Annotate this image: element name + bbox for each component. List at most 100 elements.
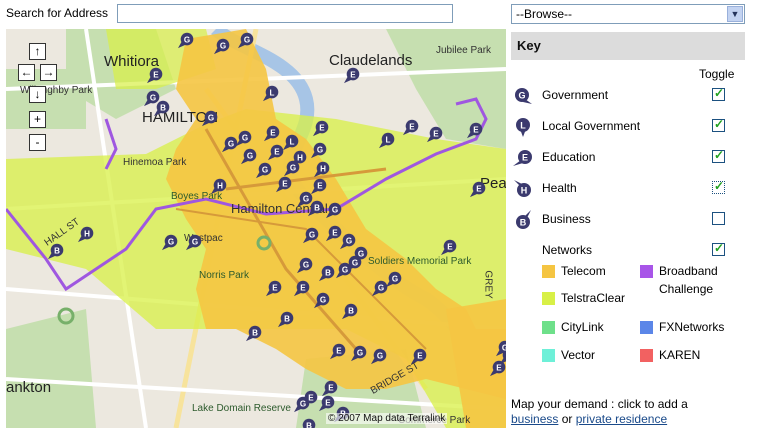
svg-text:E: E	[270, 128, 276, 137]
svg-text:L: L	[520, 121, 526, 131]
map-marker-g-icon[interactable]: G	[386, 270, 404, 288]
map-marker-g-icon[interactable]: G	[236, 129, 254, 147]
toggle-education-checkbox[interactable]: ✓	[712, 148, 725, 163]
chevron-down-icon[interactable]: ▼	[727, 6, 743, 22]
add-private-residence-link[interactable]: private residence	[576, 412, 667, 426]
network-label-broadband-challenge: Challenge	[659, 282, 714, 296]
map-marker-e-icon[interactable]: E	[264, 124, 282, 142]
map-marker-g-icon[interactable]: G	[256, 161, 274, 179]
search-address-input[interactable]	[117, 4, 453, 23]
map-marker-e-icon[interactable]: E	[344, 66, 362, 84]
map-marker-g-icon[interactable]: G	[238, 31, 256, 49]
karen-swatch	[640, 349, 653, 362]
demand-or: or	[561, 412, 573, 426]
map-marker-g-icon[interactable]: G	[326, 201, 344, 219]
map-marker-l-icon[interactable]: L	[379, 131, 397, 149]
map-marker-g-icon[interactable]: G	[303, 226, 321, 244]
map-marker-h-icon[interactable]: H	[314, 160, 332, 178]
svg-text:E: E	[153, 70, 159, 79]
map-marker-e-icon[interactable]: E	[147, 66, 165, 84]
svg-text:G: G	[320, 295, 326, 304]
svg-text:G: G	[392, 274, 398, 283]
zoom-out-button[interactable]: -	[29, 134, 46, 151]
key-row-local-government: L Local Government ✓	[511, 117, 745, 139]
svg-text:E: E	[300, 283, 306, 292]
network-label-telstraclear: TelstraClear	[561, 291, 626, 305]
map-marker-b-icon[interactable]: B	[308, 199, 326, 217]
svg-text:E: E	[522, 153, 528, 163]
map-marker-g-icon[interactable]: G	[186, 233, 204, 251]
network-label-fxnetworks: FXNetworks	[659, 320, 725, 334]
map-marker-g-icon[interactable]: G	[351, 344, 369, 362]
toggle-local-government-checkbox[interactable]: ✓	[712, 117, 725, 132]
add-business-link[interactable]: business	[511, 412, 558, 426]
key-label-health: Health	[542, 181, 577, 195]
svg-text:G: G	[309, 230, 315, 239]
map-marker-h-icon[interactable]: H	[78, 225, 96, 243]
map-marker-g-icon[interactable]: G	[294, 395, 312, 413]
map-marker-e-icon[interactable]: E	[330, 342, 348, 360]
map-marker-g-icon[interactable]: G	[371, 347, 389, 365]
map-marker-g-icon[interactable]: G	[336, 261, 354, 279]
svg-text:B: B	[306, 421, 312, 428]
pan-left-button[interactable]: ←	[18, 64, 35, 81]
map-marker-e-icon[interactable]: E	[266, 279, 284, 297]
map-marker-g-icon[interactable]: G	[496, 339, 506, 357]
map-marker-e-icon[interactable]: E	[427, 125, 445, 143]
map-marker-e-icon[interactable]: E	[276, 175, 294, 193]
toggle-health-checkbox[interactable]: ✓	[712, 179, 725, 194]
key-label-education: Education	[542, 150, 596, 164]
map-marker-e-icon[interactable]: E	[490, 359, 506, 377]
toggle-business-checkbox[interactable]	[712, 212, 725, 225]
vector-swatch	[542, 349, 555, 362]
map-marker-b-icon[interactable]: B	[154, 99, 172, 117]
map-marker-e-icon[interactable]: E	[441, 238, 459, 256]
key-row-education: E Education ✓	[511, 148, 745, 170]
toggle-government-checkbox[interactable]: ✓	[712, 86, 725, 101]
zoom-in-button[interactable]: +	[29, 111, 46, 128]
map-marker-b-icon[interactable]: B	[246, 324, 264, 342]
map-marker-e-icon[interactable]: E	[313, 119, 331, 137]
map-marker-h-icon[interactable]: H	[211, 177, 229, 195]
key-panel: Key Toggle G Government ✓ L Local Govern…	[511, 32, 745, 392]
svg-text:B: B	[160, 103, 166, 112]
map-marker-g-icon[interactable]: G	[311, 141, 329, 159]
map-marker-g-icon[interactable]: G	[214, 37, 232, 55]
network-label-telecom: Telecom	[561, 264, 606, 278]
pan-down-button[interactable]: ↓	[29, 86, 46, 103]
pan-right-button[interactable]: →	[40, 64, 57, 81]
map-marker-g-icon[interactable]: G	[314, 291, 332, 309]
map-marker-e-icon[interactable]: E	[403, 118, 421, 136]
svg-text:G: G	[184, 35, 190, 44]
map-demand-text: Map your demand : click to add a busines…	[511, 397, 751, 427]
map-marker-g-icon[interactable]: G	[178, 31, 196, 49]
map-marker-b-icon[interactable]: B	[319, 264, 337, 282]
map-marker-b-icon[interactable]: B	[48, 242, 66, 260]
map-label-soldiers-memorial-park: Soldiers Memorial Park	[368, 256, 472, 267]
checkmark-icon: ✓	[714, 179, 725, 193]
map-marker-e-icon[interactable]: E	[411, 347, 429, 365]
toggle-networks-checkbox[interactable]: ✓	[712, 241, 725, 256]
map-marker-b-icon[interactable]: B	[300, 417, 318, 428]
map-view[interactable]: Whitiora Claudelands Jubilee Park Willou…	[6, 29, 506, 428]
svg-text:E: E	[473, 125, 479, 134]
telecom-swatch	[542, 265, 555, 278]
broadband-challenge-swatch	[640, 265, 653, 278]
map-marker-b-icon[interactable]: B	[342, 302, 360, 320]
map-marker-e-icon[interactable]: E	[294, 279, 312, 297]
map-marker-g-icon[interactable]: G	[162, 233, 180, 251]
map-marker-e-icon[interactable]: E	[470, 180, 488, 198]
svg-text:B: B	[54, 246, 60, 255]
checkmark-icon: ✓	[714, 86, 725, 100]
map-marker-g-icon[interactable]: G	[297, 256, 315, 274]
pan-up-button[interactable]: ↑	[29, 43, 46, 60]
key-label-government: Government	[542, 88, 609, 102]
health-marker-icon: H	[514, 180, 531, 197]
map-marker-e-icon[interactable]: E	[322, 379, 340, 397]
browse-select[interactable]: --Browse-- ▼	[511, 4, 745, 24]
map-marker-g-icon[interactable]: G	[202, 109, 220, 127]
map-marker-e-icon[interactable]: E	[467, 121, 485, 139]
map-marker-l-icon[interactable]: L	[263, 84, 281, 102]
map-copyright: © 2007 Map data Terralink	[326, 413, 448, 424]
map-marker-b-icon[interactable]: B	[278, 310, 296, 328]
